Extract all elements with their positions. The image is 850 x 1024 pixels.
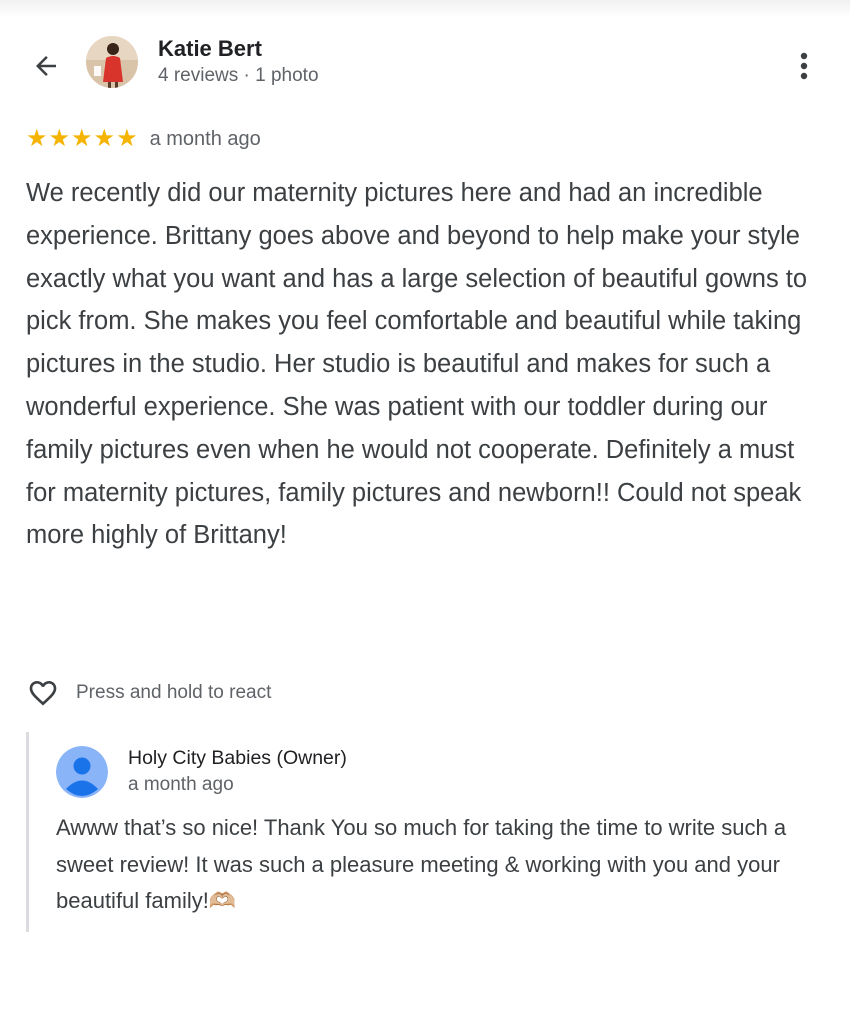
more-vert-icon — [800, 52, 808, 80]
react-label: Press and hold to react — [76, 682, 272, 703]
reviewer-name[interactable]: Katie Bert — [158, 36, 262, 62]
reviewer-photo — [86, 36, 138, 88]
owner-avatar — [56, 746, 108, 798]
owner-name: Holy City Babies (Owner) — [128, 747, 347, 769]
star-icon: ★ — [116, 125, 138, 152]
arrow-back-icon — [36, 56, 56, 76]
react-button[interactable] — [26, 676, 60, 710]
star-icon: ★ — [26, 125, 48, 152]
back-button[interactable] — [24, 44, 68, 88]
owner-response-divider — [26, 732, 29, 932]
review-time: a month ago — [149, 127, 261, 150]
more-options-button[interactable] — [786, 44, 822, 88]
owner-response-text: Awww that’s so nice! Thank You so much f… — [56, 815, 787, 913]
star-icon: ★ — [93, 125, 116, 152]
default-person-icon — [56, 746, 108, 798]
rating-row: ★ ★ ★ ★ ★ a month ago — [26, 126, 261, 152]
reviewer-avatar[interactable] — [86, 36, 138, 88]
owner-response-time: a month ago — [128, 774, 234, 795]
review-text: We recently did our maternity pictures h… — [26, 179, 808, 550]
star-rating: ★ ★ ★ ★ ★ — [26, 126, 138, 152]
react-row: Press and hold to react — [26, 676, 271, 710]
top-shadow — [0, 0, 850, 18]
star-icon: ★ — [48, 125, 71, 152]
star-icon: ★ — [71, 125, 93, 152]
reviewer-meta: 4 reviews · 1 photo — [158, 65, 319, 86]
heart-outline-icon — [29, 681, 57, 706]
